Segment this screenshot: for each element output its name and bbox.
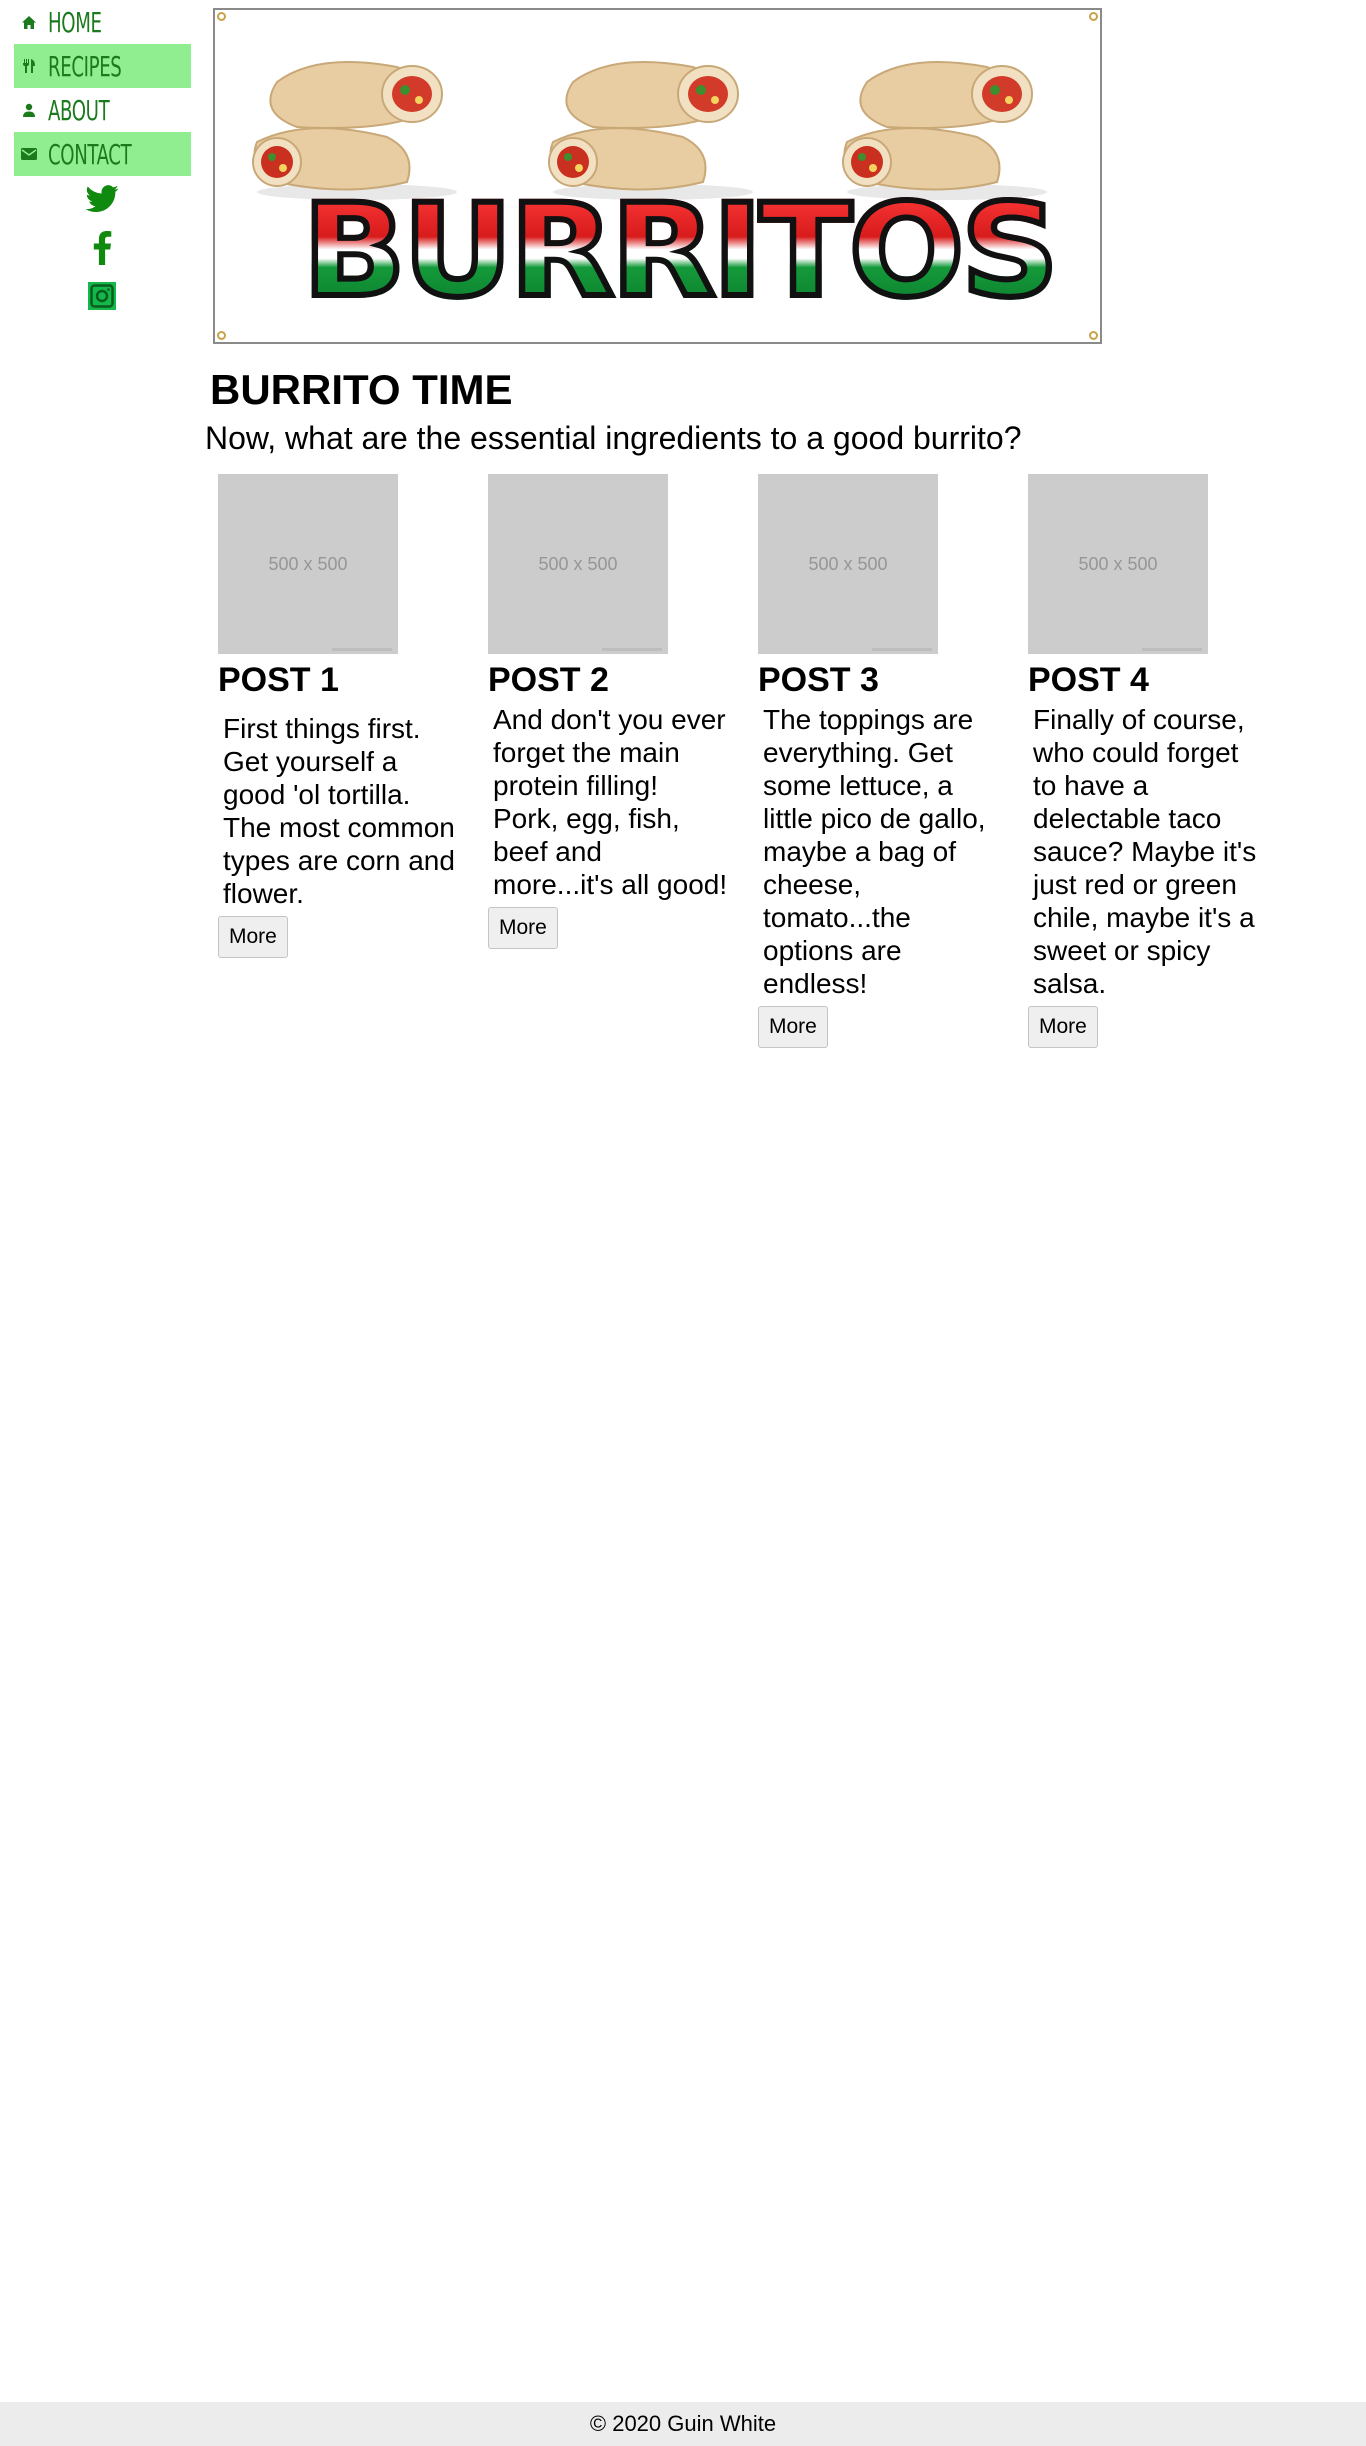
grommet-decoration [1089,12,1098,21]
grommet-decoration [217,12,226,21]
post-card: 500 x 500 POST 4 Finally of course, who … [1028,474,1268,1048]
post-title: POST 3 [758,661,879,699]
burritos-banner: BURRITOS [213,8,1102,344]
post-body: Finally of course, who could forget to h… [1033,704,1257,999]
facebook-icon[interactable] [82,228,122,268]
utensils-icon [20,57,38,75]
placeholder-image: 500 x 500 [1028,474,1208,654]
post-card: 500 x 500 POST 1 First things first. Get… [218,474,458,958]
image-watermark [332,648,392,651]
page-footer: © 2020 Guin White [0,2402,1366,2446]
nav-item-label: CONTACT [48,137,132,171]
page-title: BURRITO TIME [210,366,513,413]
nav-item-label: HOME [48,5,102,39]
twitter-icon[interactable] [82,180,122,220]
more-button[interactable]: More [488,907,558,949]
image-watermark [1142,648,1202,651]
post-card: 500 x 500 POST 3 The toppings are everyt… [758,474,998,1048]
instagram-icon[interactable] [82,276,122,316]
nav-item-home[interactable]: HOME [14,0,191,44]
post-body: The toppings are everything. Get some le… [763,704,986,999]
nav-item-contact[interactable]: CONTACT [14,132,191,176]
copyright-text: © 2020 Guin White [589,2411,777,2436]
image-dimensions: 500 x 500 [538,554,618,574]
placeholder-image: 500 x 500 [218,474,398,654]
home-icon [20,13,38,31]
more-button[interactable]: More [218,916,288,958]
post-card: 500 x 500 POST 2 And don't you ever forg… [488,474,728,949]
page-subtitle: Now, what are the essential ingredients … [205,420,1022,456]
grommet-decoration [217,331,226,340]
image-dimensions: 500 x 500 [268,554,348,574]
more-button[interactable]: More [758,1006,828,1048]
nav-item-about[interactable]: ABOUT [14,88,191,132]
placeholder-image: 500 x 500 [488,474,668,654]
sidebar-nav: HOME RECIPES ABOUT CONTACT [14,0,191,176]
banner-word: BURRITOS [255,185,1103,319]
image-dimensions: 500 x 500 [1078,554,1158,574]
nav-item-recipes[interactable]: RECIPES [14,44,191,88]
nav-item-label: RECIPES [48,49,122,83]
post-title: POST 2 [488,661,609,699]
person-icon [20,101,38,119]
post-body: First things first. Get yourself a good … [223,713,455,909]
placeholder-image: 500 x 500 [758,474,938,654]
image-watermark [872,648,932,651]
more-button[interactable]: More [1028,1006,1098,1048]
nav-item-label: ABOUT [48,93,110,127]
post-body: And don't you ever forget the main prote… [493,704,728,900]
image-dimensions: 500 x 500 [808,554,888,574]
post-title: POST 4 [1028,661,1149,699]
image-watermark [602,648,662,651]
mail-icon [20,145,38,163]
post-title: POST 1 [218,661,339,699]
grommet-decoration [1089,331,1098,340]
